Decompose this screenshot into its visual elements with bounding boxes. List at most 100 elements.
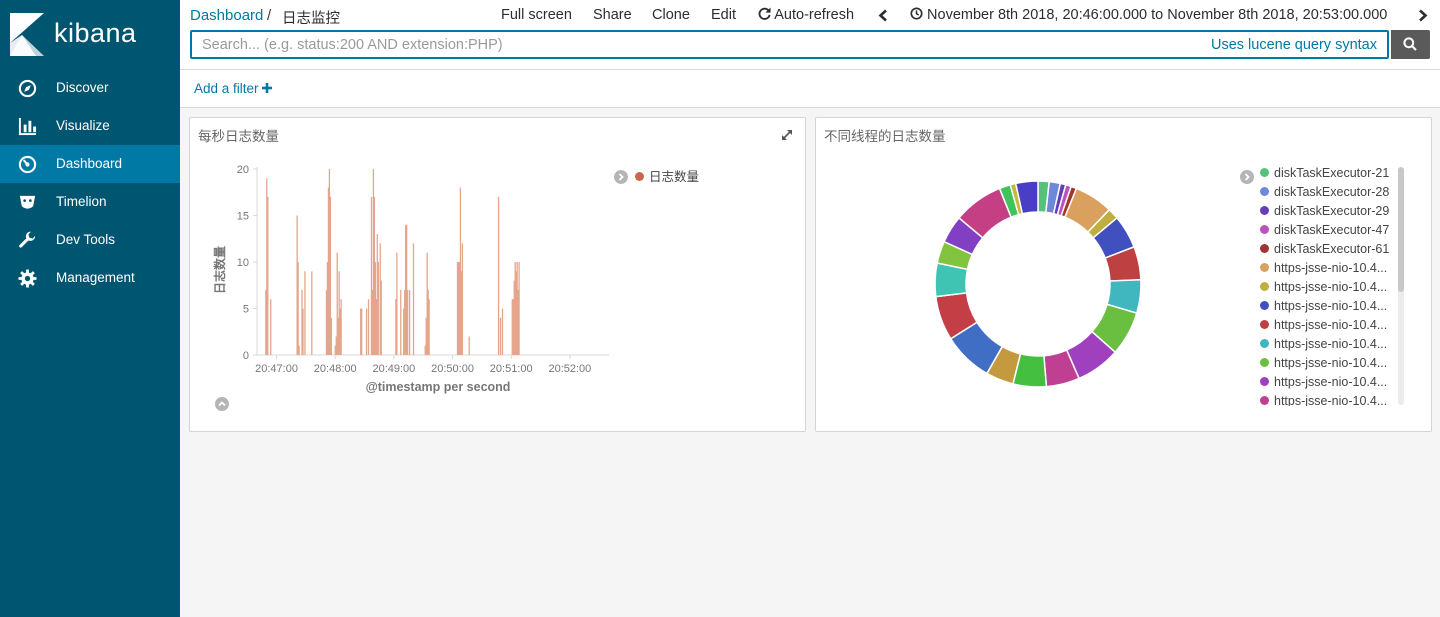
x-tick-label: 20:50:00 xyxy=(431,363,474,375)
sidebar-item-label: Dev Tools xyxy=(56,232,116,247)
bar[interactable] xyxy=(270,299,272,355)
legend-label: diskTaskExecutor-29 xyxy=(1274,204,1390,218)
legend-swatch xyxy=(1260,168,1269,177)
bar[interactable] xyxy=(428,299,430,355)
chart-legend: 日志数量 xyxy=(635,166,699,185)
x-tick-label: 20:48:00 xyxy=(314,363,357,375)
legend-swatch xyxy=(1260,339,1269,348)
legend-item[interactable]: https-jsse-nio-10.4... xyxy=(1260,299,1392,318)
legend-label: https-jsse-nio-10.4... xyxy=(1274,394,1388,406)
bar[interactable] xyxy=(330,317,333,355)
breadcrumb-dashboard-link[interactable]: Dashboard xyxy=(190,7,263,24)
bar[interactable] xyxy=(400,289,402,355)
sidebar-item-dashboard[interactable]: Dashboard xyxy=(0,145,180,183)
bar[interactable] xyxy=(377,262,379,355)
bar[interactable] xyxy=(367,299,370,355)
app-name: kibana xyxy=(54,18,137,48)
bar[interactable] xyxy=(297,262,299,355)
bar[interactable] xyxy=(267,196,269,355)
legend-item[interactable]: https-jsse-nio-10.4... xyxy=(1260,337,1392,356)
legend-item[interactable]: https-jsse-nio-10.4... xyxy=(1260,356,1392,375)
bar-chart-icon xyxy=(18,117,37,136)
auto-refresh-button[interactable]: Auto-refresh xyxy=(758,7,854,23)
gear-icon xyxy=(18,269,37,288)
sidebar-item-label: Visualize xyxy=(56,118,110,133)
legend-item[interactable]: diskTaskExecutor-29 xyxy=(1260,204,1392,223)
bar[interactable] xyxy=(518,262,520,355)
legend-label: https-jsse-nio-10.4... xyxy=(1274,337,1388,351)
bar[interactable] xyxy=(461,243,464,355)
legend-label: https-jsse-nio-10.4... xyxy=(1274,318,1388,332)
sidebar-item-timelion[interactable]: Timelion xyxy=(0,183,180,221)
chart-legend: diskTaskExecutor-21 diskTaskExecutor-28 di… xyxy=(1238,166,1396,406)
legend-swatch xyxy=(1260,225,1269,234)
bar[interactable] xyxy=(361,308,363,356)
bar[interactable] xyxy=(302,308,304,356)
breadcrumb-separator: / xyxy=(267,7,272,24)
legend-item[interactable]: https-jsse-nio-10.4... xyxy=(1260,394,1392,406)
legend-swatch xyxy=(1260,358,1269,367)
bar[interactable] xyxy=(304,271,306,355)
legend-item[interactable]: diskTaskExecutor-28 xyxy=(1260,185,1392,204)
legend-scrollbar-thumb[interactable] xyxy=(1398,167,1404,292)
bar[interactable] xyxy=(340,299,342,355)
chevron-right-icon[interactable] xyxy=(1418,9,1428,22)
bar[interactable] xyxy=(408,289,411,355)
add-filter-button[interactable]: Add a filter xyxy=(194,81,273,96)
clone-button[interactable]: Clone xyxy=(652,7,690,23)
bar[interactable] xyxy=(412,243,415,355)
bar[interactable] xyxy=(311,271,313,355)
lucene-syntax-link[interactable]: Uses lucene query syntax xyxy=(1211,37,1377,53)
legend-item[interactable]: https-jsse-nio-10.4... xyxy=(1260,318,1392,337)
y-tick-label: 5 xyxy=(243,304,249,316)
full-screen-button[interactable]: Full screen xyxy=(501,7,572,23)
legend-swatch xyxy=(1260,377,1269,386)
bar[interactable] xyxy=(501,308,504,356)
sidebar-item-management[interactable]: Management xyxy=(0,259,180,297)
edit-button[interactable]: Edit xyxy=(711,7,736,23)
dashboard-icon xyxy=(18,155,37,174)
compass-icon xyxy=(18,79,37,98)
share-button[interactable]: Share xyxy=(593,7,632,23)
sidebar-item-visualize[interactable]: Visualize xyxy=(0,107,180,145)
y-axis-title: 日志数量 xyxy=(212,246,227,294)
bar[interactable] xyxy=(497,196,500,355)
legend-label: https-jsse-nio-10.4... xyxy=(1274,356,1388,370)
sidebar-item-dev-tools[interactable]: Dev Tools xyxy=(0,221,180,259)
bar[interactable] xyxy=(380,280,382,355)
legend-label: diskTaskExecutor-21 xyxy=(1274,166,1390,180)
legend-label: https-jsse-nio-10.4... xyxy=(1274,375,1388,389)
x-axis-title: @timestamp per second xyxy=(366,380,511,394)
legend-label: diskTaskExecutor-47 xyxy=(1274,223,1390,237)
kibana-logo[interactable] xyxy=(10,13,44,56)
search-input[interactable] xyxy=(202,36,1102,54)
bar[interactable] xyxy=(365,308,368,356)
legend-swatch xyxy=(1260,320,1269,329)
legend-item[interactable]: https-jsse-nio-10.4... xyxy=(1260,280,1392,299)
bar[interactable] xyxy=(396,252,398,355)
bar[interactable] xyxy=(298,345,300,355)
time-picker-button[interactable]: November 8th 2018, 20:46:00.000 to Novem… xyxy=(910,7,1387,23)
y-tick-label: 20 xyxy=(237,164,249,176)
legend-label: diskTaskExecutor-61 xyxy=(1274,242,1390,256)
legend-swatch xyxy=(1260,396,1269,405)
bar[interactable] xyxy=(406,289,409,355)
legend-label: https-jsse-nio-10.4... xyxy=(1274,261,1388,275)
legend-item[interactable]: 日志数量 xyxy=(649,170,699,184)
legend-item[interactable]: https-jsse-nio-10.4... xyxy=(1260,261,1392,280)
collapse-chart-icon[interactable] xyxy=(215,397,229,411)
legend-scrollbar[interactable] xyxy=(1398,167,1404,405)
legend-item[interactable]: diskTaskExecutor-61 xyxy=(1260,242,1392,261)
bar[interactable] xyxy=(468,336,470,355)
sidebar-item-discover[interactable]: Discover xyxy=(0,69,180,107)
legend-item[interactable]: diskTaskExecutor-21 xyxy=(1260,166,1392,185)
legend-toggle-icon[interactable] xyxy=(614,170,628,184)
add-filter-label: Add a filter xyxy=(194,81,259,96)
legend-item[interactable]: https-jsse-nio-10.4... xyxy=(1260,375,1392,394)
chevron-left-icon[interactable] xyxy=(878,9,888,22)
legend-label: https-jsse-nio-10.4... xyxy=(1274,299,1388,313)
legend-item[interactable]: diskTaskExecutor-47 xyxy=(1260,223,1392,242)
bar[interactable] xyxy=(499,317,502,355)
search-button[interactable] xyxy=(1391,30,1430,59)
legend-swatch xyxy=(1260,187,1269,196)
